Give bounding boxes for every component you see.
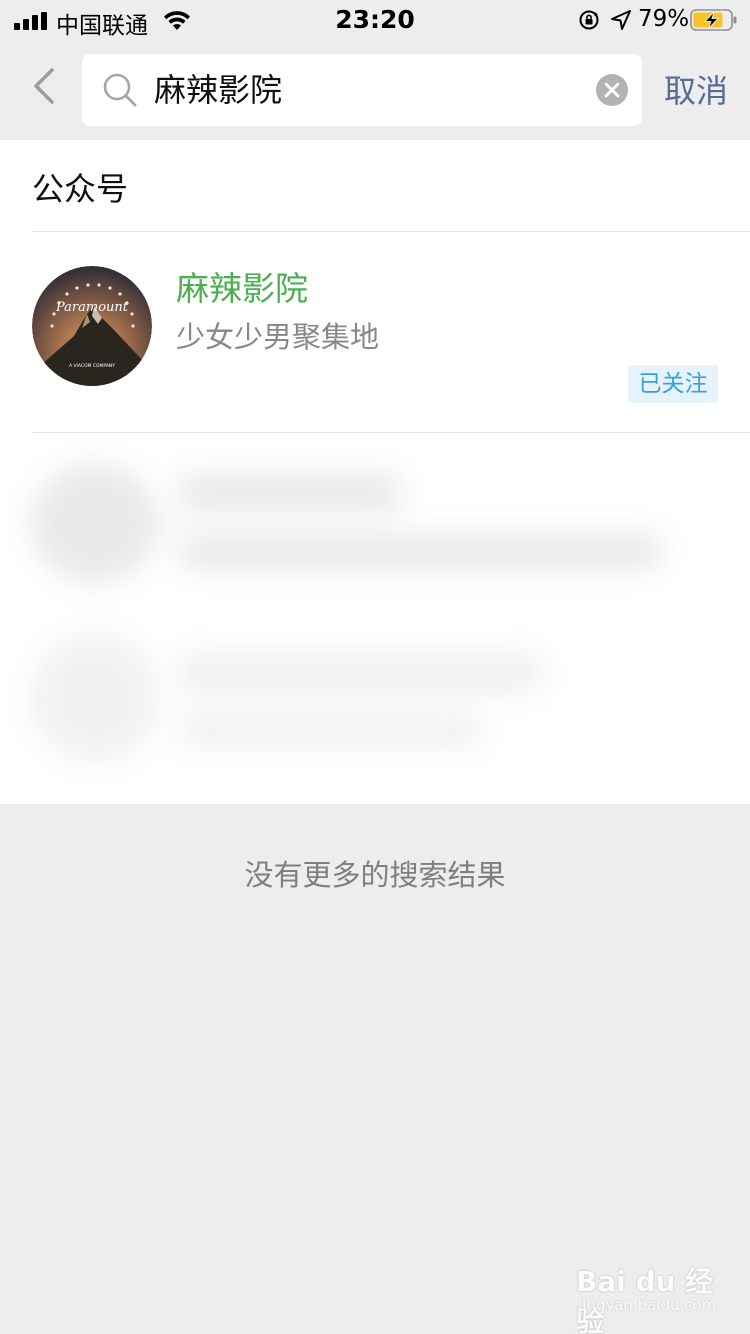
search-header: 取消	[0, 40, 750, 140]
battery-charging-icon	[690, 9, 737, 31]
battery-percentage: 79%	[638, 6, 690, 32]
section-title: 公众号	[32, 170, 129, 208]
account-description: 少女少男聚集地	[176, 320, 380, 354]
avatar-logo-subtext: A VIACOM COMPANY	[69, 363, 115, 369]
watermark: Bai du 经验 jingyan.baidu.com	[574, 1252, 734, 1334]
back-chevron-icon[interactable]	[28, 66, 58, 106]
no-more-results-text: 没有更多的搜索结果	[244, 858, 506, 892]
search-input[interactable]	[154, 64, 574, 116]
location-arrow-icon	[611, 10, 631, 30]
watermark-url: jingyan.baidu.com	[578, 1296, 717, 1314]
search-icon	[103, 73, 137, 107]
followed-status-badge: 已关注	[628, 365, 718, 403]
account-avatar[interactable]: Paramount A VIACOM COMPANY	[32, 266, 152, 386]
avatar-logo-text: Paramount	[55, 300, 129, 315]
screen: 中国联通 23:20 79% 麻辣影院 取消 公众号 Paramount A V…	[0, 0, 750, 1334]
cancel-button[interactable]: 取消	[664, 66, 728, 112]
blurred-results-area	[0, 433, 750, 804]
search-results: 公众号 Paramount A VIACOM COMPANY 麻辣影院 少女少男…	[0, 140, 750, 804]
rotation-lock-icon	[579, 10, 599, 30]
status-bar: 中国联通 23:20 79%	[0, 0, 750, 40]
close-icon	[604, 82, 620, 98]
account-result-row[interactable]: Paramount A VIACOM COMPANY 麻辣影院 少女少男聚集地 …	[0, 232, 750, 432]
clear-search-button[interactable]	[596, 74, 628, 106]
account-name[interactable]: 麻辣影院	[176, 262, 308, 310]
search-box[interactable]	[82, 54, 642, 126]
